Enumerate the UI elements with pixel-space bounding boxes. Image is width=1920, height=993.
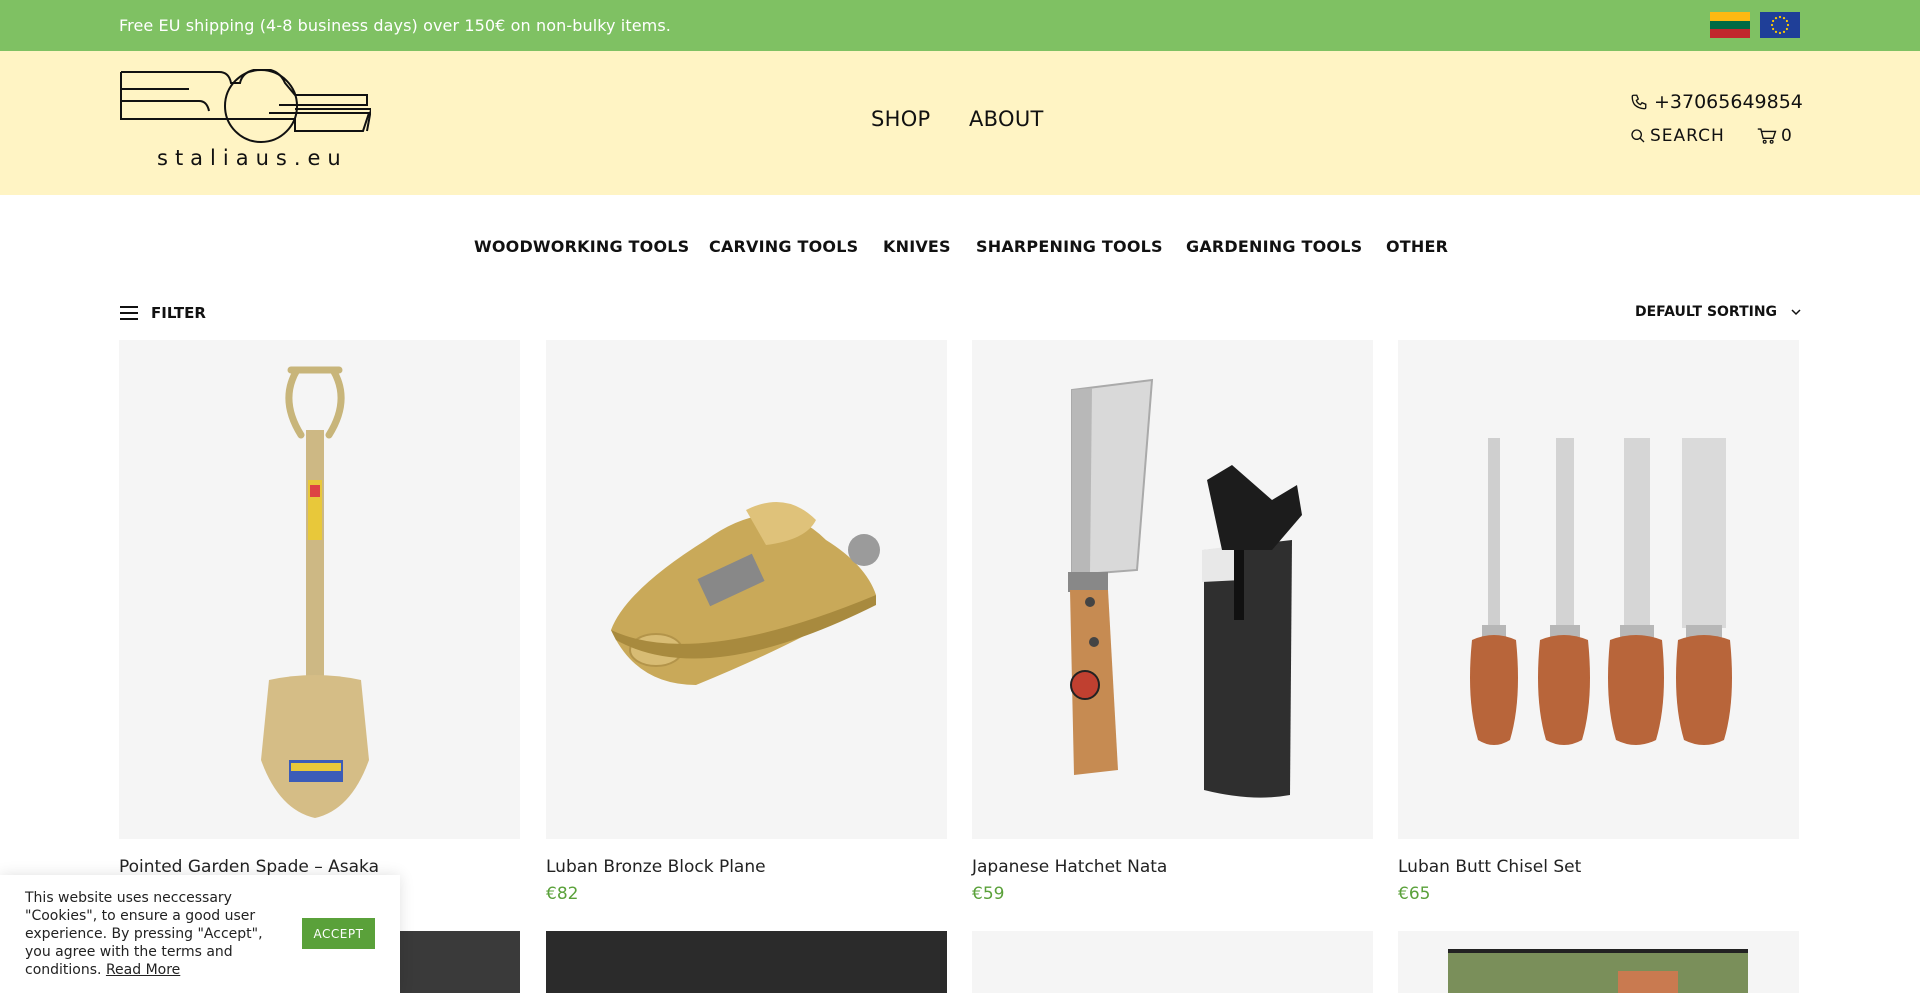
phone-number: +37065649854 — [1654, 91, 1803, 113]
product-title[interactable]: Japanese Hatchet Nata — [972, 857, 1167, 877]
nav-shop[interactable]: SHOP — [871, 107, 931, 131]
flag-stripe-yellow — [1710, 12, 1750, 21]
product-title[interactable]: Pointed Garden Spade – Asaka — [119, 857, 379, 877]
category-other[interactable]: OTHER — [1386, 237, 1448, 256]
search-icon — [1631, 129, 1645, 143]
chisel-set-image — [1470, 438, 1732, 745]
product-price: €65 — [1398, 884, 1431, 904]
cart-button[interactable]: 0 — [1757, 126, 1792, 146]
category-woodworking-tools[interactable]: WOODWORKING TOOLS — [474, 237, 689, 256]
shipping-bar: Free EU shipping (4-8 business days) ove… — [0, 0, 1920, 51]
search-button[interactable]: SEARCH — [1630, 126, 1725, 146]
flag-stripe-red — [1710, 29, 1750, 38]
product-price: €82 — [546, 884, 579, 904]
phone-icon — [1631, 94, 1647, 110]
sorting-label: DEFAULT SORTING — [1635, 304, 1778, 320]
chevron-down-icon — [1791, 309, 1801, 316]
product-image-hatchet-nata[interactable] — [972, 340, 1373, 839]
cart-icon — [1757, 128, 1777, 144]
product-image-garden-spade[interactable] — [119, 340, 520, 839]
category-carving-tools[interactable]: CARVING TOOLS — [709, 237, 858, 256]
accept-cookies-button[interactable]: ACCEPT — [302, 918, 375, 949]
product-image-row2[interactable] — [546, 931, 947, 993]
category-knives[interactable]: KNIVES — [883, 237, 951, 256]
site-header: SHOP ABOUT +37065649854 SEARCH 0 — [0, 51, 1920, 195]
eu-language-flag[interactable] — [1760, 12, 1800, 38]
read-more-link[interactable]: Read More — [106, 962, 180, 978]
tool-roll-image — [1448, 949, 1748, 993]
garden-spade-image — [261, 366, 369, 818]
sorting-select[interactable]: DEFAULT SORTING — [1635, 304, 1801, 320]
product-image-row2[interactable] — [1398, 931, 1799, 993]
product-title[interactable]: Luban Butt Chisel Set — [1398, 857, 1581, 877]
hatchet-nata-image — [1068, 378, 1302, 798]
search-label: SEARCH — [1650, 126, 1725, 146]
cookie-banner: This website uses neccessary "Cookies", … — [0, 875, 400, 993]
flag-stripe-green — [1710, 20, 1750, 30]
nav-about[interactable]: ABOUT — [969, 107, 1044, 131]
cart-count: 0 — [1781, 126, 1792, 146]
product-image-chisel-set[interactable] — [1398, 340, 1799, 839]
eu-stars-icon — [1770, 15, 1790, 35]
lithuanian-language-flag[interactable] — [1710, 12, 1750, 38]
filter-label: FILTER — [151, 304, 206, 322]
block-plane-image — [611, 502, 880, 685]
product-image-row2[interactable] — [972, 931, 1373, 993]
phone-link[interactable]: +37065649854 — [1630, 91, 1803, 113]
logo-text: staliaus.eu — [157, 146, 348, 170]
category-sharpening-tools[interactable]: SHARPENING TOOLS — [976, 237, 1163, 256]
product-image-block-plane[interactable] — [546, 340, 947, 839]
cookie-message: This website uses neccessary "Cookies", … — [25, 889, 280, 979]
menu-lines-icon — [120, 306, 138, 320]
category-gardening-tools[interactable]: GARDENING TOOLS — [1186, 237, 1362, 256]
shipping-notice: Free EU shipping (4-8 business days) ove… — [119, 16, 671, 35]
product-title[interactable]: Luban Bronze Block Plane — [546, 857, 766, 877]
product-price: €59 — [972, 884, 1005, 904]
filter-button[interactable]: FILTER — [119, 304, 206, 322]
